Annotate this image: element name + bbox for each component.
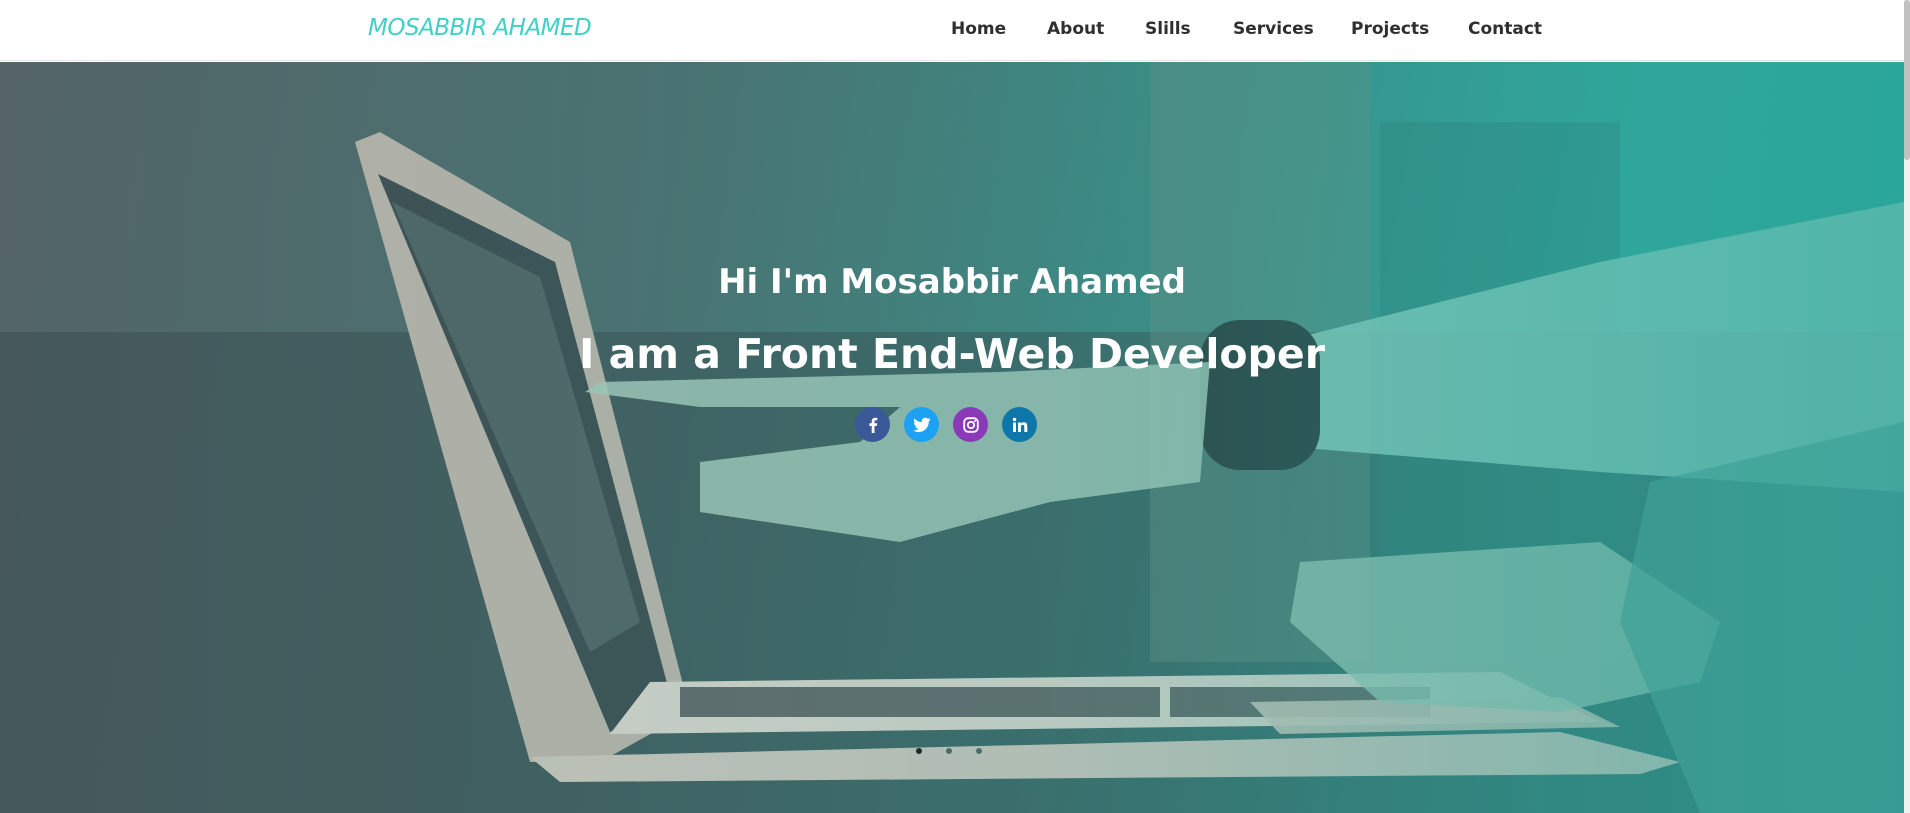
navbar: MOSABBIR AHAMED Home About Slills Servic…: [0, 0, 1910, 61]
nav-item-home[interactable]: Home: [951, 19, 1006, 39]
social-links: [855, 407, 1055, 442]
hero-subtitle: I am a Front End-Web Developer: [579, 330, 1325, 378]
hero-title: Hi I'm Mosabbir Ahamed: [718, 262, 1186, 302]
page-scrollbar[interactable]: [1904, 0, 1910, 813]
twitter-icon: [912, 417, 931, 432]
twitter-button[interactable]: [904, 407, 939, 442]
facebook-button[interactable]: [855, 407, 890, 442]
carousel-dot[interactable]: [976, 748, 982, 754]
nav-item-about[interactable]: About: [1047, 19, 1104, 39]
nav-item-contact[interactable]: Contact: [1468, 19, 1542, 39]
instagram-icon: [962, 416, 979, 433]
nav-menu: Home About Slills Services Projects Cont…: [0, 19, 1910, 43]
instagram-button[interactable]: [953, 407, 988, 442]
carousel-indicators: [916, 748, 986, 756]
hero-content: Hi I'm Mosabbir Ahamed I am a Front End-…: [0, 62, 1904, 813]
facebook-icon: [868, 417, 877, 433]
linkedin-icon: [1012, 417, 1027, 432]
nav-item-skills[interactable]: Slills: [1145, 19, 1191, 39]
scrollbar-thumb[interactable]: [1904, 0, 1910, 160]
hero-section: Hi I'm Mosabbir Ahamed I am a Front End-…: [0, 62, 1904, 813]
nav-item-services[interactable]: Services: [1233, 19, 1314, 39]
linkedin-button[interactable]: [1002, 407, 1037, 442]
carousel-dot[interactable]: [946, 748, 952, 754]
nav-item-projects[interactable]: Projects: [1351, 19, 1429, 39]
carousel-dot-active[interactable]: [916, 748, 922, 754]
